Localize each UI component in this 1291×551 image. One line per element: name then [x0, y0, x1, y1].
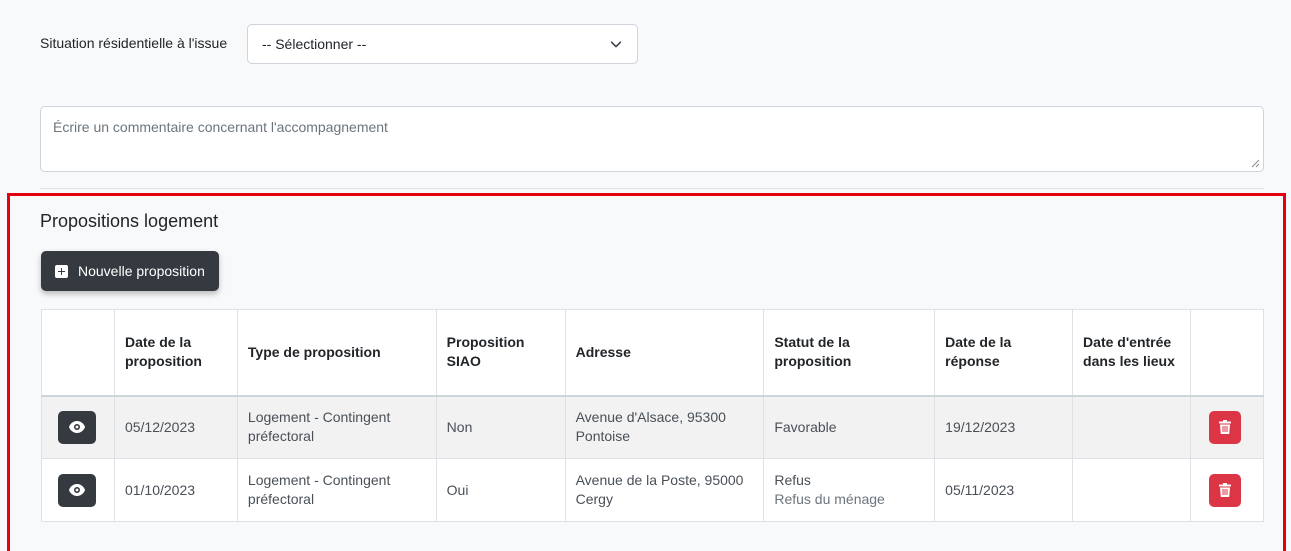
statut-detail: Refus du ménage [774, 491, 885, 507]
comment-placeholder: Écrire un commentaire concernant l'accom… [53, 119, 388, 135]
header-actions [41, 309, 115, 397]
page: Situation résidentielle à l'issue -- Sél… [0, 0, 1291, 551]
header-date-proposition: Date de la proposition [113, 309, 238, 397]
situation-residentielle-row: Situation résidentielle à l'issue -- Sél… [40, 24, 1264, 84]
view-cell [41, 395, 115, 459]
delete-cell [1189, 395, 1265, 459]
cell-date-entree [1072, 395, 1191, 459]
section-title: Propositions logement [40, 211, 219, 231]
header-date-reponse: Date de la réponse [934, 309, 1074, 397]
cell-date-entree [1072, 458, 1191, 522]
comment-textarea[interactable]: Écrire un commentaire concernant l'accom… [40, 106, 1264, 172]
trash-icon [1218, 483, 1231, 497]
resize-handle-icon[interactable] [1250, 158, 1260, 168]
situation-residentielle-label: Situation résidentielle à l'issue [40, 35, 228, 51]
statut-value: Favorable [774, 418, 837, 435]
table-header-row: Date de la proposition Type de propositi… [41, 309, 1265, 397]
delete-button[interactable] [1208, 473, 1241, 507]
plus-square-icon [55, 264, 68, 278]
cell-statut: Refus Refus du ménage [763, 458, 936, 522]
delete-button[interactable] [1208, 410, 1241, 444]
view-button[interactable] [58, 410, 96, 444]
header-date-entree: Date d'entrée dans les lieux [1072, 309, 1191, 397]
cell-adresse: Avenue d'Alsace, 95300 Pontoise [564, 395, 765, 459]
header-delete [1189, 309, 1265, 397]
cell-proposition-siao: Oui [435, 458, 566, 522]
statut-value: Refus [774, 472, 811, 488]
new-proposition-label: Nouvelle proposition [78, 263, 205, 279]
delete-cell [1189, 458, 1265, 522]
cell-proposition-siao: Non [435, 395, 566, 459]
new-proposition-button[interactable]: Nouvelle proposition [41, 251, 219, 291]
cell-type-proposition: Logement - Contingent préfectoral [236, 395, 437, 459]
header-type-proposition: Type de proposition [236, 309, 437, 397]
select-value: -- Sélectionner -- [262, 36, 367, 52]
eye-icon [69, 484, 85, 496]
cell-date-reponse: 19/12/2023 [934, 395, 1074, 459]
header-adresse: Adresse [564, 309, 765, 397]
propositions-table: Date de la proposition Type de propositi… [41, 309, 1265, 522]
table-row: 05/12/2023 Logement - Contingent préfect… [41, 395, 1265, 459]
table-row: 01/10/2023 Logement - Contingent préfect… [41, 458, 1265, 522]
chevron-down-icon [610, 41, 622, 48]
view-cell [41, 458, 115, 522]
cell-statut: Favorable [763, 395, 936, 459]
situation-residentielle-select[interactable]: -- Sélectionner -- [247, 24, 638, 64]
cell-date-proposition: 01/10/2023 [113, 458, 238, 522]
cell-adresse: Avenue de la Poste, 95000 Cergy [564, 458, 765, 522]
cell-date-proposition: 05/12/2023 [113, 395, 238, 459]
cell-type-proposition: Logement - Contingent préfectoral [236, 458, 437, 522]
header-proposition-siao: Proposition SIAO [435, 309, 566, 397]
view-button[interactable] [58, 473, 96, 507]
eye-icon [69, 421, 85, 434]
cell-date-reponse: 05/11/2023 [934, 458, 1074, 522]
header-statut: Statut de la proposition [763, 309, 936, 397]
section-divider [40, 188, 1264, 189]
trash-icon [1218, 420, 1231, 435]
